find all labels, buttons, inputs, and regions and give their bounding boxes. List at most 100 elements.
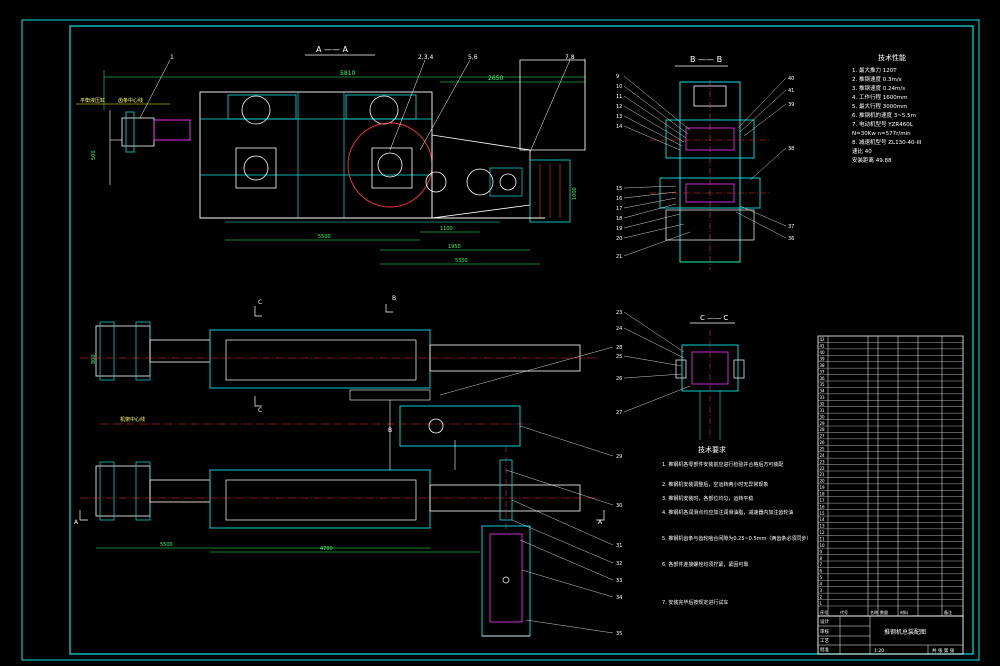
req-item-1: 1. 推钢机各零部件安装前应进行检验并合格后方可装配 bbox=[662, 461, 783, 468]
bom-row-number: 32 bbox=[820, 402, 826, 407]
bom-row-number: 23 bbox=[820, 459, 826, 464]
req-item-5: 5. 推钢机齿条与齿轮啮合间隙为0.25~0.5mm（两齿条必须同步） bbox=[662, 535, 811, 542]
bom-row-number: 39 bbox=[820, 357, 826, 362]
callout-5-6: 5,6 bbox=[468, 54, 478, 61]
bom-row-number: 10 bbox=[820, 543, 826, 548]
bom-row-number: 14 bbox=[820, 517, 826, 522]
bb-callout-41: 41 bbox=[788, 88, 794, 94]
bb-callout-15: 15 bbox=[616, 186, 622, 192]
spec-item-5: 5. 最大行程 3000mm bbox=[852, 102, 907, 110]
dim-right-height: 1000 bbox=[572, 187, 578, 200]
bom-row-number: 13 bbox=[820, 524, 826, 529]
callout-7-8: 7,8 bbox=[565, 54, 575, 61]
spec-item-2: 2. 推钢速度 0.3m/s bbox=[852, 75, 902, 83]
req-item-6: 6. 各部件连接螺栓均须拧紧，紧固可靠 bbox=[662, 561, 748, 568]
tb-row-process: 工艺 bbox=[820, 638, 829, 644]
bb-callout-18: 18 bbox=[616, 216, 622, 222]
req-item-7: 7. 安装完毕后按规定进行试车 bbox=[662, 599, 728, 606]
bb-callout-40: 40 bbox=[788, 76, 794, 82]
bom-row-number: 17 bbox=[820, 498, 826, 503]
cc-callout-25: 25 bbox=[616, 354, 622, 360]
marker-b-top: B bbox=[392, 295, 396, 302]
tb-row-design: 设计 bbox=[820, 618, 829, 625]
plan-callout-33: 33 bbox=[616, 578, 622, 584]
bom-row-number: 29 bbox=[820, 421, 826, 426]
bom-header-cell: 代号 bbox=[840, 609, 848, 615]
plan-callout-31: 31 bbox=[616, 543, 622, 549]
tb-row-review: 审核 bbox=[820, 628, 829, 635]
callout-2-4: 2,3,4 bbox=[418, 54, 433, 61]
bom-row-number: 41 bbox=[820, 344, 826, 349]
bom-row-number: 28 bbox=[820, 427, 826, 432]
bb-callout-14: 14 bbox=[616, 124, 622, 130]
cc-callout-23: 23 bbox=[616, 310, 622, 316]
bom-header-cell: 材料 bbox=[900, 609, 908, 615]
bom-row-number: 22 bbox=[820, 466, 826, 471]
cc-callout-26: 26 bbox=[616, 376, 622, 382]
bom-row-number: 34 bbox=[820, 389, 826, 394]
tb-sheet: 共 张 第 张 bbox=[932, 647, 955, 654]
bom-row-number: 19 bbox=[820, 485, 826, 490]
note-frame-centerline: 机架中心线 bbox=[120, 416, 145, 423]
bom-row-number: 15 bbox=[820, 511, 826, 516]
spec-item-7b: N=30Kw n=577r/min bbox=[852, 131, 911, 137]
dim-plan-frame: 4700 bbox=[320, 546, 333, 552]
plan-callout-29: 29 bbox=[616, 454, 622, 460]
bb-callout-37: 37 bbox=[788, 224, 794, 230]
spec-item-8b: 速比 40 bbox=[852, 147, 872, 155]
dim-right-span: 2650 bbox=[488, 75, 503, 82]
bb-callout-17: 17 bbox=[616, 206, 622, 212]
bom-row-number: 33 bbox=[820, 395, 826, 400]
bom-row-number: 24 bbox=[820, 453, 826, 458]
marker-c-top: C bbox=[258, 299, 262, 306]
dim-bottom-total: 5300 bbox=[455, 258, 468, 264]
bom-header-cell: 数量 bbox=[880, 609, 888, 615]
drawing-title: 推钢机总装配图 bbox=[884, 628, 926, 636]
dim-left-height: 500 bbox=[91, 150, 97, 160]
bb-callout-19: 19 bbox=[616, 226, 622, 232]
bom-row-number: 26 bbox=[820, 440, 826, 445]
plan-callout-32: 32 bbox=[616, 561, 622, 567]
plan-callout-35: 35 bbox=[616, 631, 622, 637]
bom-row-number: 20 bbox=[820, 479, 826, 484]
marker-c-bottom: C bbox=[258, 407, 262, 414]
note-rack-centerline: 齿条中心线 bbox=[118, 97, 143, 104]
dim-base-span: 5500 bbox=[318, 234, 331, 240]
dim-plan-beam: 800 bbox=[91, 354, 97, 364]
bom-row-number: 31 bbox=[820, 408, 826, 413]
bb-callout-11: 11 bbox=[616, 94, 622, 100]
req-item-4: 4. 推钢机各润滑点均应加注润滑油脂，减速器内加注齿轮油 bbox=[662, 509, 793, 516]
bom-row-number: 18 bbox=[820, 492, 826, 497]
bom-row-number: 30 bbox=[820, 414, 826, 419]
dim-reducer-span: 1950 bbox=[448, 244, 461, 250]
cad-drawing-canvas: A —— A 5810 2650 平衡液压缸 齿条中心线 5500 1950 5… bbox=[0, 0, 1000, 666]
plan-callout-28: 28 bbox=[616, 345, 622, 351]
tb-row-approve: 批准 bbox=[820, 646, 829, 653]
req-item-2: 2. 推钢机安装调整后，空运转两小时无异常现象 bbox=[662, 481, 768, 488]
spec-item-7: 7. 电动机型号 YZR460L bbox=[852, 120, 914, 128]
bom-header-cell: 序号 bbox=[820, 609, 828, 615]
section-cc-label: C —— C bbox=[700, 314, 728, 322]
cc-callout-24: 24 bbox=[616, 326, 622, 332]
bom-row-number: 25 bbox=[820, 447, 826, 452]
marker-b-bottom: B bbox=[388, 427, 392, 434]
bom-row-number: 42 bbox=[820, 337, 826, 342]
spec-item-6: 6. 推钢机的速度 3~5.5m bbox=[852, 111, 916, 119]
spec-item-3: 3. 推钢速度 0.24m/s bbox=[852, 84, 905, 92]
bb-callout-36: 36 bbox=[788, 236, 794, 242]
spec-item-8c: 安装距离 49.88 bbox=[852, 156, 892, 164]
spec-item-8: 8. 减速机型号 ZL130-40-III bbox=[852, 138, 922, 146]
bb-callout-20: 20 bbox=[616, 236, 622, 242]
bb-callout-9: 9 bbox=[616, 74, 619, 80]
bb-callout-38: 38 bbox=[788, 146, 794, 152]
bb-callout-21: 21 bbox=[616, 254, 622, 260]
cc-callout-27: 27 bbox=[616, 410, 622, 416]
bom-row-number: 37 bbox=[820, 369, 826, 374]
bom-header-cell: 备注 bbox=[944, 609, 952, 615]
spec-title: 技术性能 bbox=[878, 53, 906, 62]
requirements-title: 技术要求 bbox=[698, 445, 726, 454]
bom-row-number: 38 bbox=[820, 363, 826, 368]
spec-item-4: 4. 工作行程 1600mm bbox=[852, 93, 907, 101]
dim-gear-offset: 1100 bbox=[440, 226, 453, 232]
plan-callout-30: 30 bbox=[616, 503, 622, 509]
